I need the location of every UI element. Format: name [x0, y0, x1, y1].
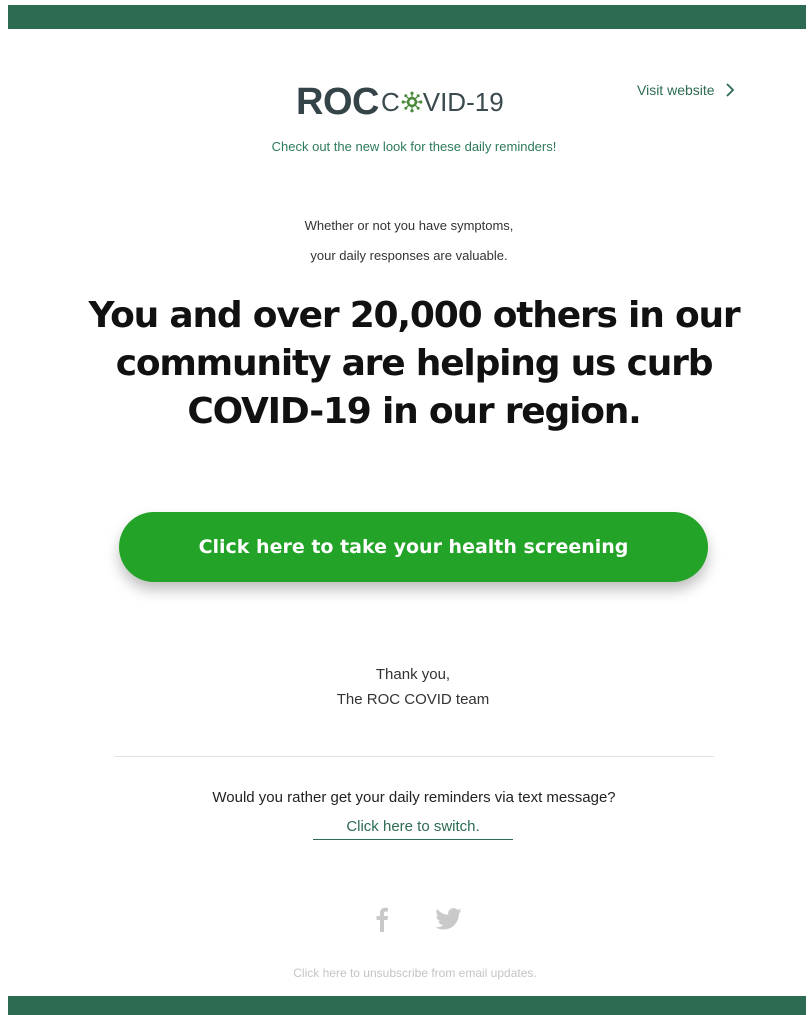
tagline: Check out the new look for these daily r…	[271, 139, 557, 154]
footer-divider	[114, 756, 714, 757]
email-page: ROC C VID-19 Visit website Check out the…	[0, 0, 808, 1015]
unsubscribe-link[interactable]: Click here to unsubscribe from email upd…	[0, 966, 808, 980]
visit-website-link[interactable]: Visit website	[637, 82, 735, 98]
twitter-link[interactable]	[433, 904, 465, 934]
facebook-link[interactable]	[370, 904, 394, 934]
cta-button-label: Click here to take your health screening	[198, 536, 629, 558]
logo-c-text: C	[380, 86, 400, 117]
chevron-right-icon	[725, 83, 734, 97]
signoff-line-1: Thank you,	[375, 666, 451, 683]
facebook-icon	[376, 907, 388, 932]
roc-covid-logo: ROC C VID-19	[296, 80, 504, 124]
take-health-screening-button[interactable]: Click here to take your health screening	[119, 512, 708, 582]
headline: You and over 20,000 others in our commun…	[88, 295, 741, 432]
logo-roc-text: ROC	[296, 80, 379, 123]
intro-text-line-2: your daily responses are valuable.	[310, 248, 508, 263]
intro-text-line-1: Whether or not you have symptoms,	[304, 218, 514, 233]
virus-icon	[401, 91, 423, 113]
signoff-line-2: The ROC COVID team	[336, 691, 490, 708]
bottom-brand-bar	[8, 996, 806, 1015]
visit-website-label: Visit website	[637, 82, 715, 98]
sms-question: Would you rather get your daily reminder…	[212, 789, 616, 806]
logo-vid19-text: VID-19	[422, 86, 504, 117]
twitter-icon	[435, 908, 462, 930]
top-brand-bar	[8, 5, 806, 29]
switch-to-sms-link[interactable]: Click here to switch.	[313, 818, 513, 840]
